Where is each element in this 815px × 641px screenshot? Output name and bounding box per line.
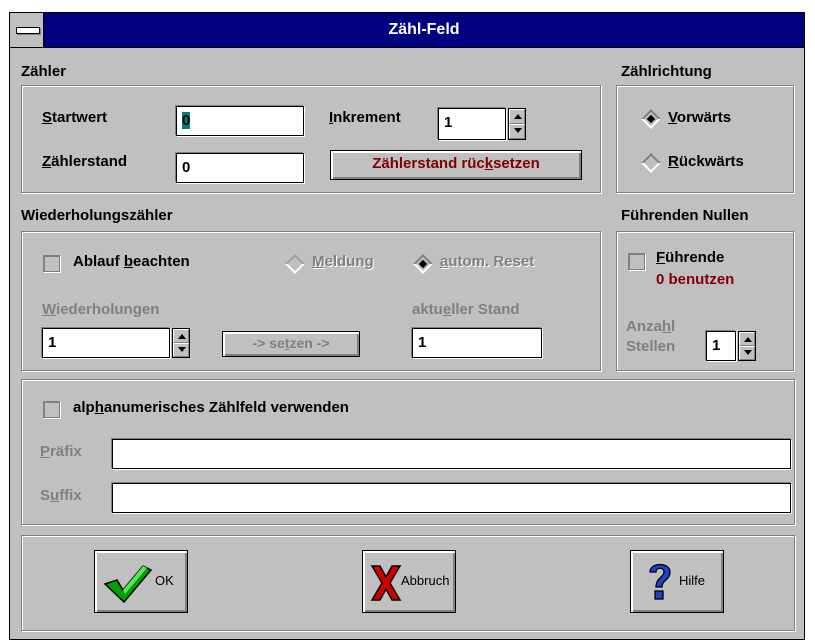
inkrement-label: Inkrement [329, 109, 401, 126]
spin-down-icon[interactable] [509, 124, 525, 139]
spin-down-icon[interactable] [173, 343, 189, 357]
vorwaerts-label[interactable]: Vorwärts [668, 109, 731, 126]
anzahl-value: 1 [712, 337, 721, 354]
abbruch-button[interactable]: Abbruch [362, 550, 456, 613]
group-label-zaehlrichtung: Zählrichtung [621, 63, 712, 80]
zaehlerstand-label: Zählerstand [42, 153, 128, 170]
zaehlerstand-field[interactable]: 0 [176, 153, 304, 183]
abbruch-label: Abbruch [401, 573, 450, 588]
wiederholungen-field[interactable]: 1 [42, 328, 170, 358]
ablauf-label[interactable]: Ablauf beachten [73, 253, 190, 270]
reset-counter-button[interactable]: Zählerstand rücksetzen [330, 150, 582, 180]
rueckwaerts-label[interactable]: Rückwärts [668, 153, 744, 170]
inkrement-field[interactable]: 1 [438, 108, 506, 140]
wiederholungen-label: Wiederholungen [42, 301, 160, 318]
group-label-nullen: Führenden Nullen [621, 207, 749, 224]
wiederholungen-spinner[interactable] [172, 328, 190, 358]
startwert-field[interactable]: 0 [176, 106, 304, 136]
zaehlerstand-value: 0 [182, 159, 191, 176]
alpha-label[interactable]: alphanumerisches Zählfeld verwenden [73, 399, 349, 416]
setzen-button[interactable]: -> setzen -> [222, 331, 360, 357]
checkmark-icon [103, 565, 153, 604]
autom-reset-label: autom. Reset [440, 253, 535, 270]
spin-up-icon[interactable] [739, 332, 755, 346]
hilfe-button[interactable]: Hilfe [630, 550, 724, 613]
group-label-zaehler: Zähler [21, 63, 67, 80]
group-zaehlrichtung [616, 85, 794, 193]
spin-up-icon[interactable] [173, 329, 189, 343]
ablauf-checkbox[interactable] [43, 255, 60, 272]
startwert-label: Startwert [42, 109, 108, 126]
spin-up-icon[interactable] [509, 109, 525, 124]
group-label-wiederholung: Wiederholungszähler [21, 207, 173, 224]
inkrement-spinner[interactable] [508, 108, 526, 140]
praefix-field[interactable] [112, 439, 791, 469]
hilfe-label: Hilfe [679, 573, 706, 588]
fuehrende-label-line2: 0 benutzen [656, 271, 735, 288]
fuehrende-label[interactable]: Führende [656, 249, 724, 266]
anzahl-label: Anzahl Stellen [626, 318, 676, 355]
suffix-label: Suffix [40, 487, 82, 504]
aktueller-stand-field[interactable]: 1 [412, 328, 542, 358]
meldung-label: Meldung [312, 253, 374, 270]
wiederholungen-value: 1 [48, 334, 57, 351]
system-menu-button[interactable] [10, 13, 44, 47]
fuehrende-nullen-checkbox[interactable] [628, 253, 645, 270]
window-title: Zähl-Feld [388, 21, 460, 38]
alpha-checkbox[interactable] [43, 401, 60, 418]
spin-down-icon[interactable] [739, 346, 755, 360]
startwert-value: 0 [182, 112, 191, 129]
anzahl-spinner[interactable] [738, 331, 756, 361]
anzahl-field[interactable]: 1 [706, 331, 736, 361]
system-menu-icon [16, 27, 40, 34]
suffix-field[interactable] [112, 483, 791, 513]
ok-button[interactable]: OK [94, 550, 188, 613]
dialog-window: Zähl-Feld Zähler Startwert 0 Inkrement 1… [9, 12, 805, 640]
cancel-x-icon [370, 565, 402, 601]
title-bar: Zähl-Feld [10, 13, 804, 48]
aktueller-stand-value: 1 [418, 334, 427, 351]
ok-label: OK [155, 573, 174, 588]
help-question-icon [649, 563, 671, 600]
inkrement-value: 1 [444, 114, 453, 131]
praefix-label: Präfix [40, 443, 82, 460]
aktueller-stand-label: aktueller Stand [412, 301, 520, 318]
